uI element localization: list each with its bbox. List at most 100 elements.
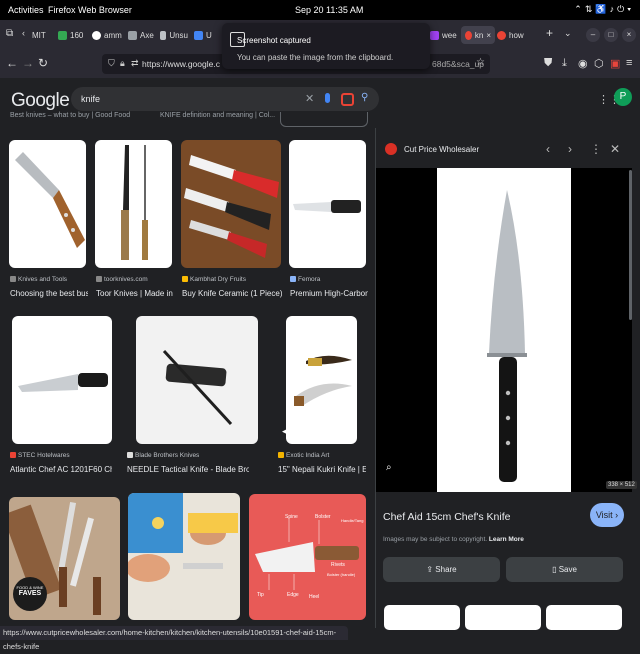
result-title[interactable]: Premium High-Carbon ... bbox=[290, 289, 368, 298]
downloads-icon[interactable]: ⤓ bbox=[562, 57, 567, 70]
preview-site-name[interactable]: Cut Price Wholesaler bbox=[404, 145, 479, 154]
google-logo[interactable]: Google bbox=[11, 90, 70, 112]
tab-favicon bbox=[160, 30, 167, 40]
close-window-button[interactable]: × bbox=[622, 28, 636, 42]
preview-image[interactable] bbox=[437, 168, 571, 492]
result-source[interactable]: Kambhat Dry Fruits bbox=[182, 276, 246, 283]
account-icon[interactable]: ◉ bbox=[578, 57, 588, 70]
result-image[interactable] bbox=[95, 140, 172, 268]
system-tray[interactable]: ⌃⇅♿♪⏻▾ bbox=[574, 4, 634, 15]
new-tab-icon[interactable]: + bbox=[546, 26, 553, 40]
result-source[interactable]: toorknives.com bbox=[96, 276, 148, 283]
search-icon[interactable]: ⚲ bbox=[361, 92, 368, 103]
save-button[interactable]: ▯ Save bbox=[506, 557, 623, 582]
tab-overview-icon[interactable]: ⧉ bbox=[6, 28, 13, 39]
result-title[interactable]: Choosing the best bus... bbox=[10, 289, 88, 298]
scroll-indicator-icon[interactable]: ◂ bbox=[282, 426, 287, 437]
tab-wee[interactable]: wee bbox=[430, 26, 458, 44]
tab-list-icon[interactable]: ⌄ bbox=[564, 28, 572, 39]
shield-icon[interactable]: ⛉ bbox=[108, 58, 115, 69]
panel-scrollbar[interactable] bbox=[629, 170, 632, 320]
accessibility-icon[interactable]: ♿ bbox=[595, 4, 609, 14]
reload-icon[interactable]: ↻ bbox=[38, 56, 48, 70]
search-input[interactable]: knife bbox=[81, 94, 100, 104]
result-image[interactable] bbox=[181, 140, 281, 268]
network-icon[interactable]: ⇅ bbox=[585, 4, 596, 14]
tab-160[interactable]: 160 bbox=[58, 26, 86, 44]
related-image-thumb[interactable] bbox=[546, 605, 622, 630]
result-source[interactable]: Blade Brothers Knives bbox=[127, 452, 199, 459]
share-icon: ⇪ bbox=[426, 565, 434, 574]
extension-icon[interactable]: ⬡ bbox=[594, 57, 604, 70]
clock[interactable]: Sep 20 11:35 AM bbox=[295, 5, 363, 15]
power-icon[interactable]: ⏻ bbox=[617, 4, 627, 14]
result-image[interactable] bbox=[286, 316, 357, 444]
pocket-icon[interactable]: ⛊ bbox=[544, 57, 552, 70]
result-title[interactable]: NEEDLE Tactical Knife - Blade Brothers .… bbox=[127, 465, 249, 474]
menu-caret-icon[interactable]: ▾ bbox=[627, 4, 634, 14]
tab-amm[interactable]: amm bbox=[92, 26, 124, 44]
result-source[interactable]: STEC Hotelwares bbox=[10, 452, 70, 459]
previous-icon[interactable]: ‹ bbox=[546, 142, 550, 156]
tab-u[interactable]: U bbox=[194, 26, 214, 44]
extension-red-icon[interactable]: ▣ bbox=[610, 57, 620, 70]
search-box[interactable]: knife ✕ ⚲ bbox=[71, 87, 379, 111]
tab-favicon bbox=[194, 30, 203, 40]
screenshot-toast[interactable]: Screenshot captured You can paste the im… bbox=[222, 23, 430, 69]
result-image[interactable]: Spine Bolster Handle/Tang Rivets Tip Edg… bbox=[249, 494, 366, 620]
google-lens-icon[interactable] bbox=[341, 93, 354, 106]
menu-icon[interactable]: ≡ bbox=[626, 57, 632, 69]
result-source[interactable]: Femora bbox=[290, 276, 320, 283]
lock-icon[interactable]: 🔒︎ bbox=[120, 58, 125, 69]
back-icon[interactable]: ← bbox=[6, 56, 18, 70]
result-image[interactable]: FOOD & WINE FAVES bbox=[9, 497, 120, 620]
more-options-icon[interactable]: ⋮ bbox=[590, 142, 602, 156]
tab-how[interactable]: how bbox=[497, 26, 525, 44]
activities-button[interactable]: Activities bbox=[8, 5, 44, 15]
diagram-label: Handle/Tang bbox=[341, 518, 364, 523]
tab-close-icon[interactable]: × bbox=[486, 31, 491, 40]
maximize-button[interactable]: □ bbox=[604, 28, 618, 42]
volume-icon[interactable]: ♪ bbox=[610, 4, 618, 14]
forward-icon[interactable]: → bbox=[22, 56, 34, 70]
clipped-tile[interactable] bbox=[280, 112, 368, 127]
chevron-up-icon[interactable]: ⌃ bbox=[574, 4, 585, 14]
result-source[interactable]: Knives and Tools bbox=[10, 276, 67, 283]
app-menu[interactable]: Firefox Web Browser bbox=[48, 5, 132, 15]
bookmark-star-icon[interactable]: ☆ bbox=[476, 57, 485, 68]
next-icon[interactable]: › bbox=[568, 142, 572, 156]
tab-mit[interactable]: MIT bbox=[32, 26, 54, 44]
tab-unsu[interactable]: Unsu bbox=[160, 26, 188, 44]
visit-button[interactable]: Visit › bbox=[590, 503, 624, 527]
result-title[interactable]: Buy Knife Ceramic (1 Piece) O... bbox=[182, 289, 282, 298]
result-image[interactable] bbox=[289, 140, 366, 268]
minimize-button[interactable]: – bbox=[586, 28, 600, 42]
clipped-result-title[interactable]: KNIFE definition and meaning | Col... bbox=[160, 112, 275, 119]
lens-search-icon[interactable]: ⌕ bbox=[386, 462, 392, 473]
learn-more-link[interactable]: Learn More bbox=[489, 536, 524, 543]
microphone-icon[interactable] bbox=[325, 93, 330, 103]
tab-scroll-left-icon[interactable]: ‹ bbox=[22, 28, 25, 38]
clipped-result-title[interactable]: Best knives – what to buy | Good Food bbox=[10, 112, 130, 119]
tab-knife-active[interactable]: kn × bbox=[461, 26, 495, 44]
avatar[interactable]: P bbox=[614, 88, 632, 106]
result-image[interactable] bbox=[136, 316, 258, 444]
result-title[interactable]: 15" Nepali Kukri Knife | Exo... bbox=[278, 465, 366, 474]
result-image[interactable] bbox=[128, 493, 240, 620]
result-source[interactable]: Exotic India Art bbox=[278, 452, 329, 459]
tab-favicon bbox=[128, 30, 137, 40]
result-image[interactable] bbox=[12, 316, 112, 444]
clear-search-icon[interactable]: ✕ bbox=[305, 92, 314, 105]
result-image[interactable] bbox=[9, 140, 86, 268]
related-image-thumb[interactable] bbox=[384, 605, 460, 630]
share-button[interactable]: ⇪ Share bbox=[383, 557, 500, 582]
permissions-icon[interactable]: ⇄ bbox=[131, 58, 139, 69]
result-title[interactable]: Toor Knives | Made in t... bbox=[96, 289, 174, 298]
google-icon bbox=[497, 30, 506, 40]
knife-image bbox=[128, 493, 238, 582]
result-title[interactable]: Atlantic Chef AC 1201F60 Chef's ... bbox=[10, 465, 112, 474]
tab-axe[interactable]: Axe bbox=[128, 26, 156, 44]
close-panel-icon[interactable]: ✕ bbox=[610, 142, 620, 156]
preview-title[interactable]: Chef Aid 15cm Chef's Knife bbox=[383, 511, 511, 523]
related-image-thumb[interactable] bbox=[465, 605, 541, 630]
